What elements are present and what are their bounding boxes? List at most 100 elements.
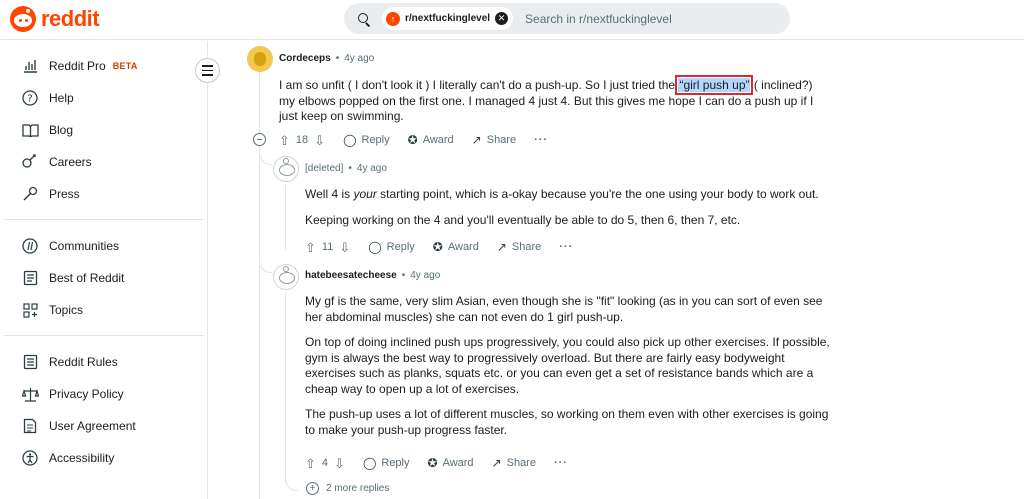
sidebar-item-press[interactable]: Press <box>4 178 204 210</box>
downvote-icon[interactable]: ⇩ <box>339 241 350 254</box>
award-button[interactable]: ✪ Award <box>408 133 454 147</box>
sidebar-item-user-agreement[interactable]: User Agreement <box>4 410 204 442</box>
scales-icon <box>21 385 39 403</box>
sidebar-item-label: Careers <box>49 155 92 169</box>
downvote-icon[interactable]: ⇩ <box>334 457 345 470</box>
more-replies-button[interactable]: + 2 more replies <box>306 482 389 495</box>
sidebar-item-help[interactable]: ? Help <box>4 82 204 114</box>
vote-count: 4 <box>321 457 329 469</box>
vote-count: 18 <box>295 134 309 146</box>
award-icon: ✪ <box>427 456 438 470</box>
thread-connector <box>260 155 272 165</box>
comment-paragraph: My gf is the same, very slim Asian, even… <box>305 294 823 324</box>
sidebar-item-label: Reddit Pro <box>49 59 106 73</box>
beta-badge: BETA <box>112 61 138 71</box>
share-label: Share <box>511 241 542 253</box>
sidebar-item-topics[interactable]: Topics <box>4 294 204 326</box>
search-bar[interactable]: ↑ r/nextfuckinglevel ✕ Search in r/nextf… <box>344 3 790 34</box>
comment-body: My gf is the same, very slim Asian, even… <box>305 294 835 448</box>
reply-button[interactable]: ◯ Reply <box>368 240 415 254</box>
sidebar-item-best-of-reddit[interactable]: Best of Reddit <box>4 262 204 294</box>
reply-button[interactable]: ◯ Reply <box>363 456 410 470</box>
downvote-icon[interactable]: ⇩ <box>314 134 325 147</box>
bar-chart-icon <box>21 57 39 75</box>
book-icon <box>21 121 39 139</box>
subreddit-chip[interactable]: ↑ r/nextfuckinglevel ✕ <box>382 7 514 30</box>
comment-text: starting point, which is a-okay because … <box>376 187 819 201</box>
separator-dot: • <box>401 270 406 281</box>
upvote-icon[interactable]: ⇧ <box>279 134 290 147</box>
top-header: reddit ↑ r/nextfuckinglevel ✕ Search in … <box>0 0 1024 40</box>
share-label: Share <box>506 457 536 469</box>
best-of-icon <box>21 269 39 287</box>
sidebar-item-blog[interactable]: Blog <box>4 114 204 146</box>
topics-icon <box>21 301 39 319</box>
highlighted-text: “girl push up” <box>675 75 754 95</box>
collapse-thread-button[interactable] <box>253 133 266 146</box>
more-options-button[interactable]: ··· <box>534 134 548 146</box>
share-button[interactable]: ↗ Share <box>492 456 536 470</box>
comment-body: I am so unfit ( I don't look it ) I lite… <box>279 75 827 125</box>
reply-label: Reply <box>361 134 390 146</box>
comment-age[interactable]: 4y ago <box>344 53 374 64</box>
briefcase-icon <box>21 153 39 171</box>
comment-actions: ⇧ 11 ⇩ ◯ Reply ✪ Award ↗ Share ··· <box>305 240 573 254</box>
close-icon[interactable]: ✕ <box>495 12 509 25</box>
comment-meta: Cordeceps • 4y ago <box>279 53 374 64</box>
avatar[interactable] <box>247 46 273 72</box>
sidebar-item-label: Accessibility <box>49 451 115 465</box>
sidebar-item-reddit-rules[interactable]: Reddit Rules <box>4 346 204 378</box>
share-icon: ↗ <box>471 133 482 147</box>
upvote-icon[interactable]: ⇧ <box>305 241 316 254</box>
share-button[interactable]: ↗ Share <box>497 240 541 254</box>
thread-line <box>285 185 286 250</box>
comment-bubble-icon: ◯ <box>343 133 357 147</box>
sidebar-divider <box>4 335 204 336</box>
sidebar-item-label: User Agreement <box>49 419 136 433</box>
comment-bubble-icon: ◯ <box>362 456 377 470</box>
comment-body: Well 4 is your starting point, which is … <box>305 187 845 238</box>
upvote-icon[interactable]: ⇧ <box>305 457 316 470</box>
comment-actions: ⇧ 18 ⇩ ◯ Reply ✪ Award ↗ Share ··· <box>279 133 548 147</box>
sidebar-item-privacy-policy[interactable]: Privacy Policy <box>4 378 204 410</box>
more-options-button[interactable]: ··· <box>554 457 568 469</box>
help-icon: ? <box>21 89 39 107</box>
comment-paragraph: Well 4 is your starting point, which is … <box>305 187 845 203</box>
reply-button[interactable]: ◯ Reply <box>343 133 390 147</box>
emphasis-text: your <box>353 187 377 201</box>
comment-paragraph: The push-up uses a lot of different musc… <box>305 407 829 437</box>
svg-text:?: ? <box>27 94 32 105</box>
comment-author[interactable]: Cordeceps <box>279 53 331 64</box>
sidebar-item-careers[interactable]: Careers <box>4 146 204 178</box>
comment-paragraph: On top of doing inclined push ups progre… <box>305 335 830 396</box>
sidebar-item-communities[interactable]: Communities <box>4 230 204 262</box>
thread-line <box>285 293 286 483</box>
sidebar-item-reddit-pro[interactable]: Reddit Pro BETA <box>4 50 204 82</box>
sidebar-item-label: Blog <box>49 123 74 137</box>
comment-author[interactable]: hatebeesatecheese <box>305 270 397 281</box>
search-input[interactable]: Search in r/nextfuckinglevel <box>525 12 672 26</box>
reply-label: Reply <box>381 457 410 469</box>
comment-age[interactable]: 4y ago <box>410 270 440 281</box>
vote-controls: ⇧ 18 ⇩ <box>279 134 325 147</box>
separator-dot: • <box>335 53 340 64</box>
sidebar-divider <box>4 219 204 220</box>
avatar[interactable] <box>273 156 299 182</box>
more-options-button[interactable]: ··· <box>559 241 573 253</box>
award-button[interactable]: ✪ Award <box>433 240 479 254</box>
avatar[interactable] <box>273 264 299 290</box>
award-icon: ✪ <box>407 133 418 147</box>
comment-age[interactable]: 4y ago <box>357 163 387 174</box>
comment-paragraph: Keeping working on the 4 and you'll even… <box>305 212 741 227</box>
vote-count: 11 <box>321 241 334 253</box>
sidebar-item-accessibility[interactable]: Accessibility <box>4 442 204 474</box>
award-label: Award <box>422 134 454 146</box>
award-label: Award <box>447 241 479 253</box>
reply-label: Reply <box>386 241 415 253</box>
vote-controls: ⇧ 4 ⇩ <box>305 457 345 470</box>
share-button[interactable]: ↗ Share <box>472 133 516 147</box>
comment-author: [deleted] <box>305 163 344 174</box>
nav-group-policies: Reddit Rules Privacy Policy User Agreeme… <box>4 346 204 474</box>
award-button[interactable]: ✪ Award <box>428 456 474 470</box>
reddit-logo[interactable]: reddit <box>10 6 100 32</box>
